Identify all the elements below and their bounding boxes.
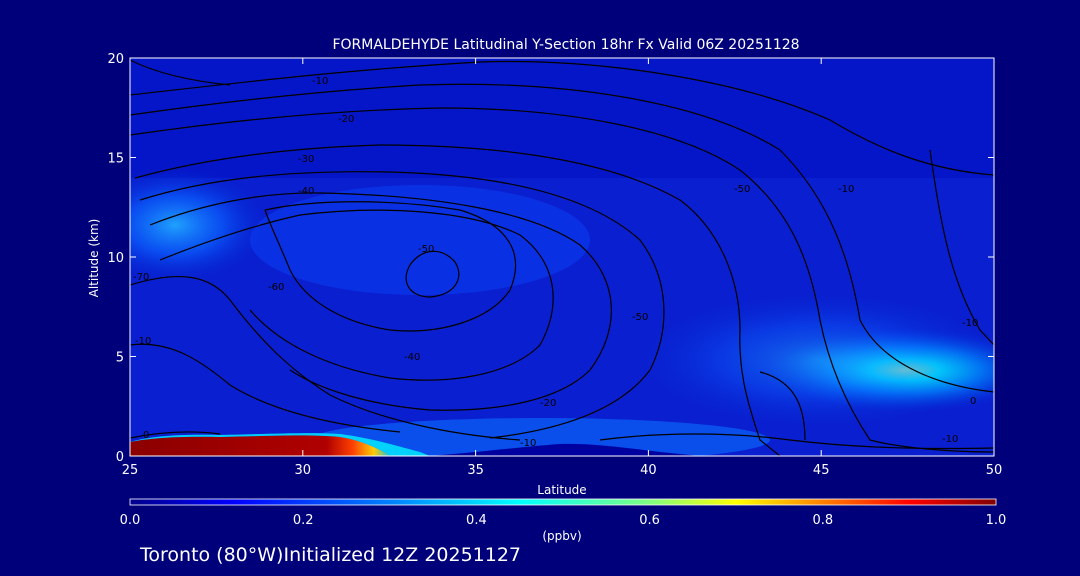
contour-label: -60 bbox=[268, 282, 284, 293]
colorbar-tick-label: 0.8 bbox=[812, 513, 833, 528]
colorbar-tick-label: 0.4 bbox=[466, 513, 487, 528]
y-tick-label: 0 bbox=[116, 450, 124, 465]
contour-label: -30 bbox=[298, 154, 314, 165]
x-axis-label: Latitude bbox=[537, 483, 586, 497]
y-tick-label: 10 bbox=[107, 251, 124, 266]
colorbar: 0.0 0.2 0.4 0.6 0.8 1.0 (ppbv) bbox=[120, 498, 1007, 543]
colorbar-unit: (ppbv) bbox=[542, 529, 581, 543]
y-axis-label: Altitude (km) bbox=[87, 219, 101, 298]
field-blob-right-wide bbox=[630, 290, 994, 430]
contour-label: -20 bbox=[338, 114, 354, 125]
contour-label: -10 bbox=[962, 318, 978, 329]
contour-label: 0 bbox=[143, 430, 149, 441]
footer-location: Toronto (80°W)Initialized 12Z 20251127 bbox=[139, 544, 521, 566]
x-tick-label: 35 bbox=[467, 463, 484, 478]
colorbar-gradient bbox=[129, 498, 997, 506]
contour-label: -40 bbox=[404, 352, 420, 363]
contour-label: -70 bbox=[133, 272, 149, 283]
contour-label: -10 bbox=[312, 76, 328, 87]
y-tick-label: 15 bbox=[107, 152, 124, 167]
y-tick-label: 20 bbox=[107, 52, 124, 67]
x-tick-label: 30 bbox=[295, 463, 312, 478]
colorbar-ticks: 0.0 0.2 0.4 0.6 0.8 1.0 bbox=[120, 513, 1007, 528]
plot-area: -10 -20 -30 -40 -50 -60 -70 -10 -20 -40 … bbox=[130, 58, 994, 456]
colorbar-tick-label: 0.0 bbox=[120, 513, 141, 528]
contour-label: -20 bbox=[540, 398, 556, 409]
contour-label: -50 bbox=[734, 184, 750, 195]
contour-label: 0 bbox=[970, 396, 976, 407]
chart-svg: FORMALDEHYDE Latitudinal Y-Section 18hr … bbox=[87, 37, 1007, 566]
y-tick-label: 5 bbox=[116, 351, 124, 366]
colorbar-tick-label: 0.2 bbox=[293, 513, 314, 528]
contour-label: -10 bbox=[520, 438, 536, 449]
contour-label: -10 bbox=[838, 184, 854, 195]
contour-label: -40 bbox=[298, 186, 314, 197]
x-tick-label: 40 bbox=[640, 463, 657, 478]
chart-title: FORMALDEHYDE Latitudinal Y-Section 18hr … bbox=[332, 37, 799, 53]
contour-label: -50 bbox=[418, 244, 434, 255]
colorbar-tick-label: 0.6 bbox=[639, 513, 660, 528]
contour-label: -10 bbox=[942, 434, 958, 445]
x-tick-label: 25 bbox=[122, 463, 139, 478]
x-tick-label: 50 bbox=[986, 463, 1003, 478]
x-tick-label: 45 bbox=[813, 463, 830, 478]
field-blob-mid bbox=[250, 185, 590, 295]
colorbar-tick-label: 1.0 bbox=[986, 513, 1007, 528]
contour-label: -10 bbox=[135, 336, 151, 347]
contour-label: -50 bbox=[632, 312, 648, 323]
